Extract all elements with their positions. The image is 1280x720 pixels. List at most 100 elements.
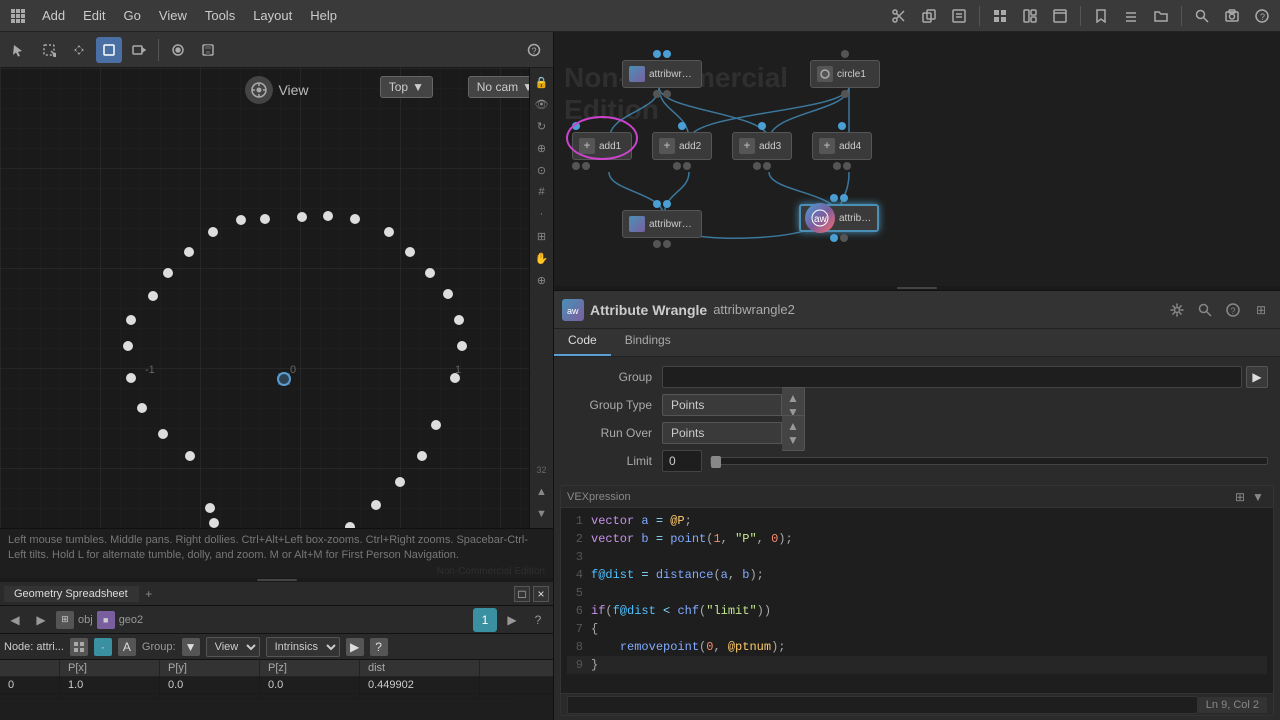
bookmark-icon[interactable] (1087, 2, 1115, 30)
limit-label: Limit (562, 454, 662, 468)
attr-panel-title: Attribute Wrangle (590, 302, 707, 318)
group-filter-btn[interactable]: ▼ (182, 638, 200, 656)
add-tab-btn[interactable]: + (139, 584, 159, 604)
menu-layout[interactable]: Layout (245, 6, 300, 25)
node-add4[interactable]: + add4 (812, 122, 872, 170)
ss-play-btn[interactable]: ▶ (501, 609, 523, 631)
top-view-dropdown[interactable]: Top ▼ (380, 76, 433, 98)
right-panel: Non-CommercialEdition (553, 32, 1280, 720)
run-over-arrow[interactable]: ▲▼ (782, 415, 805, 451)
vex-command-input[interactable] (567, 696, 1198, 714)
node-attribwrangle2[interactable]: aw attribwrangle2 (799, 194, 879, 242)
select-tool[interactable] (6, 37, 32, 63)
node-label-a4: add4 (839, 141, 861, 152)
layout-icon[interactable] (1016, 2, 1044, 30)
menu-tools[interactable]: Tools (197, 6, 243, 25)
grid-toggle[interactable]: # (532, 182, 552, 202)
node-icon-btn[interactable] (70, 638, 88, 656)
ss-node-icon[interactable]: ⊞ (56, 611, 74, 629)
camera-icon[interactable] (1218, 2, 1246, 30)
network-editor[interactable]: Non-CommercialEdition (554, 32, 1280, 286)
port (653, 200, 661, 208)
box-select-tool[interactable] (36, 37, 62, 63)
node-add2[interactable]: + add2 (652, 122, 712, 170)
scroll-up[interactable]: ▲ (532, 482, 552, 502)
lock-btn[interactable]: 🔒 (532, 72, 552, 92)
attrib-icon-btn[interactable]: A (118, 638, 136, 656)
geo-label: geo2 (119, 614, 143, 626)
folder-icon[interactable] (1147, 2, 1175, 30)
pan-btn[interactable]: ✋ (532, 248, 552, 268)
zoom-btn[interactable]: ⊕ (532, 270, 552, 290)
viewport-help[interactable]: ? (521, 37, 547, 63)
magnet-btn[interactable]: ⊙ (532, 160, 552, 180)
node-attribwrangle3[interactable]: attribwrangle3 (622, 50, 702, 98)
limit-slider[interactable] (710, 457, 1268, 465)
expand-btn[interactable]: ⊞ (1250, 299, 1272, 321)
run-over-select[interactable]: Points (662, 422, 782, 444)
rotate-btn[interactable]: ↻ (532, 116, 552, 136)
node-icon-a3: + (739, 138, 755, 154)
gear-btn[interactable] (1166, 299, 1188, 321)
render-btn[interactable] (165, 37, 191, 63)
node-attribwrangle1[interactable]: attribwrangle1 (622, 200, 702, 248)
node-circle1[interactable]: circle1 (810, 50, 880, 98)
apps-icon[interactable] (4, 2, 32, 30)
menu-help[interactable]: Help (302, 6, 345, 25)
box-tool[interactable] (96, 37, 122, 63)
row-pz: 0.0 (260, 677, 360, 693)
vex-menu-btn[interactable]: ▼ (1249, 488, 1267, 506)
ss-geo-icon[interactable]: ■ (97, 611, 115, 629)
transform-tool[interactable] (66, 37, 92, 63)
close-panel-btn[interactable]: × (533, 586, 549, 602)
list-icon[interactable] (1117, 2, 1145, 30)
frame-num[interactable]: 1 (473, 608, 497, 632)
snap-btn[interactable]: ⊕ (532, 138, 552, 158)
float-panel-btn[interactable]: □ (514, 586, 530, 602)
window-icon[interactable] (1046, 2, 1074, 30)
node-add3[interactable]: + add3 (732, 122, 792, 170)
scissors-icon[interactable] (885, 2, 913, 30)
row-dist: 0.449902 (360, 677, 480, 693)
viewport[interactable]: -1 0 1 (0, 68, 553, 528)
menu-go[interactable]: Go (116, 6, 149, 25)
question-panel-btn[interactable]: ? (1222, 299, 1244, 321)
grid-icon[interactable] (986, 2, 1014, 30)
vex-code-editor[interactable]: 1 vector a = @P; 2 vector b = point(1, "… (561, 508, 1273, 693)
tab-bindings[interactable]: Bindings (611, 329, 685, 356)
copy-icon[interactable] (915, 2, 943, 30)
scroll-down[interactable]: ▼ (532, 504, 552, 524)
group-arrow-btn[interactable]: ▶ (1246, 366, 1268, 388)
port (663, 50, 671, 58)
menu-edit[interactable]: Edit (75, 6, 113, 25)
view-select[interactable]: View (206, 637, 260, 657)
question-icon[interactable]: ? (1248, 2, 1276, 30)
measure-btn[interactable]: ⊞ (532, 226, 552, 246)
limit-input[interactable]: 0 (662, 450, 702, 472)
paste-icon[interactable] (945, 2, 973, 30)
menu-view[interactable]: View (151, 6, 195, 25)
attr-panel-header: aw Attribute Wrangle attribwrangle2 ? ⊞ (554, 291, 1280, 329)
search-panel-btn[interactable] (1194, 299, 1216, 321)
node-icon-c1 (817, 66, 833, 82)
group-input[interactable] (662, 366, 1242, 388)
points-icon-btn[interactable]: · (94, 638, 112, 656)
points-btn[interactable]: · (532, 204, 552, 224)
save-btn[interactable] (195, 37, 221, 63)
ss-forward-btn[interactable]: ▶ (30, 609, 52, 631)
camera-move-tool[interactable] (126, 37, 152, 63)
intrinsics-select[interactable]: Intrinsics (266, 637, 340, 657)
group-type-select[interactable]: Points (662, 394, 782, 416)
vex-label: VEXpression (567, 491, 1231, 503)
vex-expand-btn[interactable]: ⊞ (1231, 488, 1249, 506)
eye-btn[interactable]: 👁 (532, 94, 552, 114)
search-icon[interactable] (1188, 2, 1216, 30)
tab-code[interactable]: Code (554, 329, 611, 356)
ss-help2-btn[interactable]: ? (370, 638, 388, 656)
ss-back-btn[interactable]: ◀ (4, 609, 26, 631)
play-btn[interactable]: ▶ (346, 638, 364, 656)
node-add1[interactable]: + add1 (572, 122, 632, 170)
geometry-spreadsheet-tab[interactable]: Geometry Spreadsheet (4, 586, 139, 602)
ss-help-btn[interactable]: ? (527, 609, 549, 631)
menu-add[interactable]: Add (34, 6, 73, 25)
